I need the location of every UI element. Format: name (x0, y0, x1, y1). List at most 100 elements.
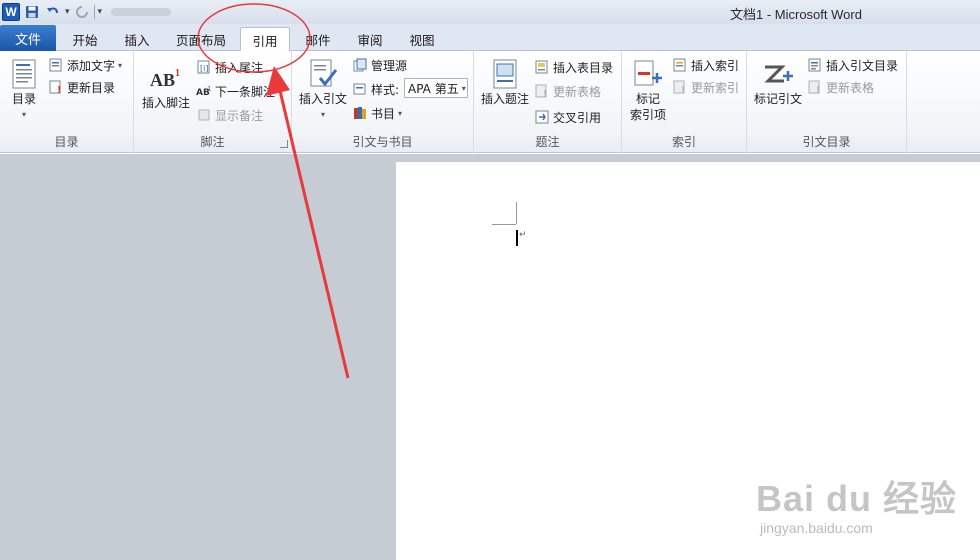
style-label: 样式: (371, 82, 400, 97)
group-citations: 插入引文 ▾ 管理源 样式: APA 第五 ▾ 书目 ▾ 引文与书目 (292, 51, 474, 153)
footnote-icon: AB 1 (150, 61, 182, 95)
group-toa: 标记引文 插入引文目录 ! 更新表格 引文目录 (747, 51, 907, 153)
insert-index-label: 插入索引 (691, 58, 740, 73)
bibliography-label: 书目 (371, 106, 396, 121)
blurred-text (111, 8, 172, 16)
group-label-toc: 目录 (54, 135, 79, 149)
group-toc: 目录 ▾ 添加文字 ▾ ! 更新目录 目录 (0, 51, 134, 153)
text-cursor (516, 230, 518, 246)
next-footnote-icon: AB 1 (196, 83, 212, 99)
insert-table-of-figures-button[interactable]: 插入表目录 (534, 57, 613, 77)
manage-sources-label: 管理源 (371, 58, 408, 73)
mark-entry-button[interactable]: 标记 索引项 (626, 57, 670, 123)
margin-corner-mark (492, 224, 516, 225)
citation-style-value: APA 第五 (408, 81, 459, 96)
svg-text:!: ! (57, 85, 62, 94)
insert-table-of-figures-label: 插入表目录 (553, 60, 614, 75)
add-text-icon (48, 57, 64, 73)
endnote-icon: [i] (196, 59, 212, 75)
chevron-down-icon: ▾ (278, 86, 283, 96)
cross-reference-button[interactable]: 交叉引用 (534, 107, 601, 127)
watermark-logo: Bai du 经验 (756, 478, 958, 519)
insert-citation-button[interactable]: 插入引文 ▾ (296, 57, 350, 123)
show-notes-icon (196, 107, 212, 123)
insert-footnote-label: 插入脚注 (141, 96, 190, 110)
insert-toa-button[interactable]: 插入引文目录 (807, 55, 898, 75)
tab-file[interactable]: 文件 (0, 25, 56, 51)
mark-citation-icon (762, 57, 794, 91)
insert-caption-label: 插入题注 (480, 92, 529, 106)
insert-endnote-button[interactable]: [i] 插入尾注 (196, 57, 263, 77)
update-index-label: 更新索引 (691, 80, 740, 95)
toc-icon (8, 57, 40, 91)
group-index: 标记 索引项 插入索引 ! 更新索引 索引 (622, 51, 747, 153)
bibliography-icon (352, 105, 368, 121)
insert-caption-button[interactable]: 插入题注 (478, 57, 532, 107)
manage-sources-icon (352, 57, 368, 73)
update-toc-button[interactable]: ! 更新目录 (48, 77, 115, 97)
update-toa-label: 更新表格 (826, 80, 875, 95)
style-icon (352, 81, 368, 97)
toc-button[interactable]: 目录 ▾ (4, 57, 44, 123)
add-text-button[interactable]: 添加文字 ▾ (48, 55, 122, 75)
update-table-icon: ! (534, 83, 550, 99)
svg-text:1: 1 (207, 85, 211, 93)
svg-text:!: ! (816, 85, 821, 94)
save-icon[interactable] (23, 3, 41, 21)
show-notes-button[interactable]: 显示备注 (196, 105, 263, 125)
insert-endnote-label: 插入尾注 (215, 60, 264, 75)
tab-mailings[interactable]: 邮件 (296, 28, 340, 51)
window-title: 文档1 - Microsoft Word (730, 7, 862, 22)
group-captions: 插入题注 插入表目录 ! 更新表格 交叉引用 题注 (474, 51, 622, 153)
chevron-down-icon: ▾ (461, 83, 466, 93)
group-label-captions: 题注 (535, 135, 560, 149)
tab-page-layout[interactable]: 页面布局 (168, 28, 234, 51)
svg-text:AB: AB (150, 70, 175, 90)
undo-icon[interactable] (44, 3, 62, 21)
update-toa-button[interactable]: ! 更新表格 (807, 77, 874, 97)
quick-access-toolbar: W ▾ ▾ (2, 2, 172, 22)
tab-view[interactable]: 视图 (400, 28, 444, 51)
paragraph-mark-icon: ↵ (519, 230, 527, 240)
tab-review[interactable]: 审阅 (348, 28, 392, 51)
ribbon: 目录 ▾ 添加文字 ▾ ! 更新目录 目录 AB 1 插入脚注 [i] 插入尾注 … (0, 51, 980, 153)
insert-caption-icon (489, 57, 521, 91)
customize-qat-icon[interactable]: ▾ (98, 7, 103, 17)
insert-index-button[interactable]: 插入索引 (672, 55, 739, 75)
citation-style-select[interactable]: APA 第五 ▾ (404, 78, 468, 98)
update-index-button[interactable]: ! 更新索引 (672, 77, 739, 97)
bibliography-button[interactable]: 书目 ▾ (352, 103, 402, 123)
svg-text:1: 1 (175, 68, 180, 79)
next-footnote-button[interactable]: AB 1 下一条脚注 ▾ (196, 81, 282, 101)
chevron-down-icon: ▾ (320, 110, 325, 119)
baidu-watermark: Bai du 经验 jingyan.baidu.com (740, 450, 970, 550)
tab-references[interactable]: 引用 (240, 27, 290, 52)
word-logo-icon[interactable]: W (2, 3, 20, 21)
group-label-citations: 引文与书目 (352, 135, 413, 149)
undo-dropdown-icon[interactable]: ▾ (65, 7, 70, 17)
mark-entry-icon (632, 57, 664, 91)
group-label-toa: 引文目录 (802, 135, 851, 149)
redo-icon[interactable] (73, 3, 91, 21)
mark-citation-button[interactable]: 标记引文 (751, 57, 805, 107)
update-table-button[interactable]: ! 更新表格 (534, 81, 601, 101)
group-label-index: 索引 (671, 135, 696, 149)
tab-home[interactable]: 开始 (62, 28, 108, 51)
manage-sources-button[interactable]: 管理源 (352, 55, 407, 75)
qat-separator (93, 5, 95, 19)
update-toa-icon: ! (807, 79, 823, 95)
group-label-footnotes: 脚注 (200, 135, 225, 149)
table-of-figures-icon (534, 59, 550, 75)
tab-insert[interactable]: 插入 (114, 28, 160, 51)
margin-corner-mark (516, 202, 517, 224)
mark-entry-label-line1: 标记 (635, 92, 660, 106)
update-index-icon: ! (672, 79, 688, 95)
title-bar: W ▾ ▾ 文档1 - Microsoft Word (0, 0, 980, 24)
insert-footnote-button[interactable]: AB 1 插入脚注 (138, 61, 194, 111)
group-footnotes: AB 1 插入脚注 [i] 插入尾注 AB 1 下一条脚注 ▾ 显示备注 脚注 (134, 51, 292, 153)
insert-index-icon (672, 57, 688, 73)
show-notes-label: 显示备注 (215, 108, 264, 123)
chevron-down-icon: ▾ (118, 60, 123, 70)
toc-button-label: 目录 (11, 92, 36, 106)
cross-reference-icon (534, 109, 550, 125)
